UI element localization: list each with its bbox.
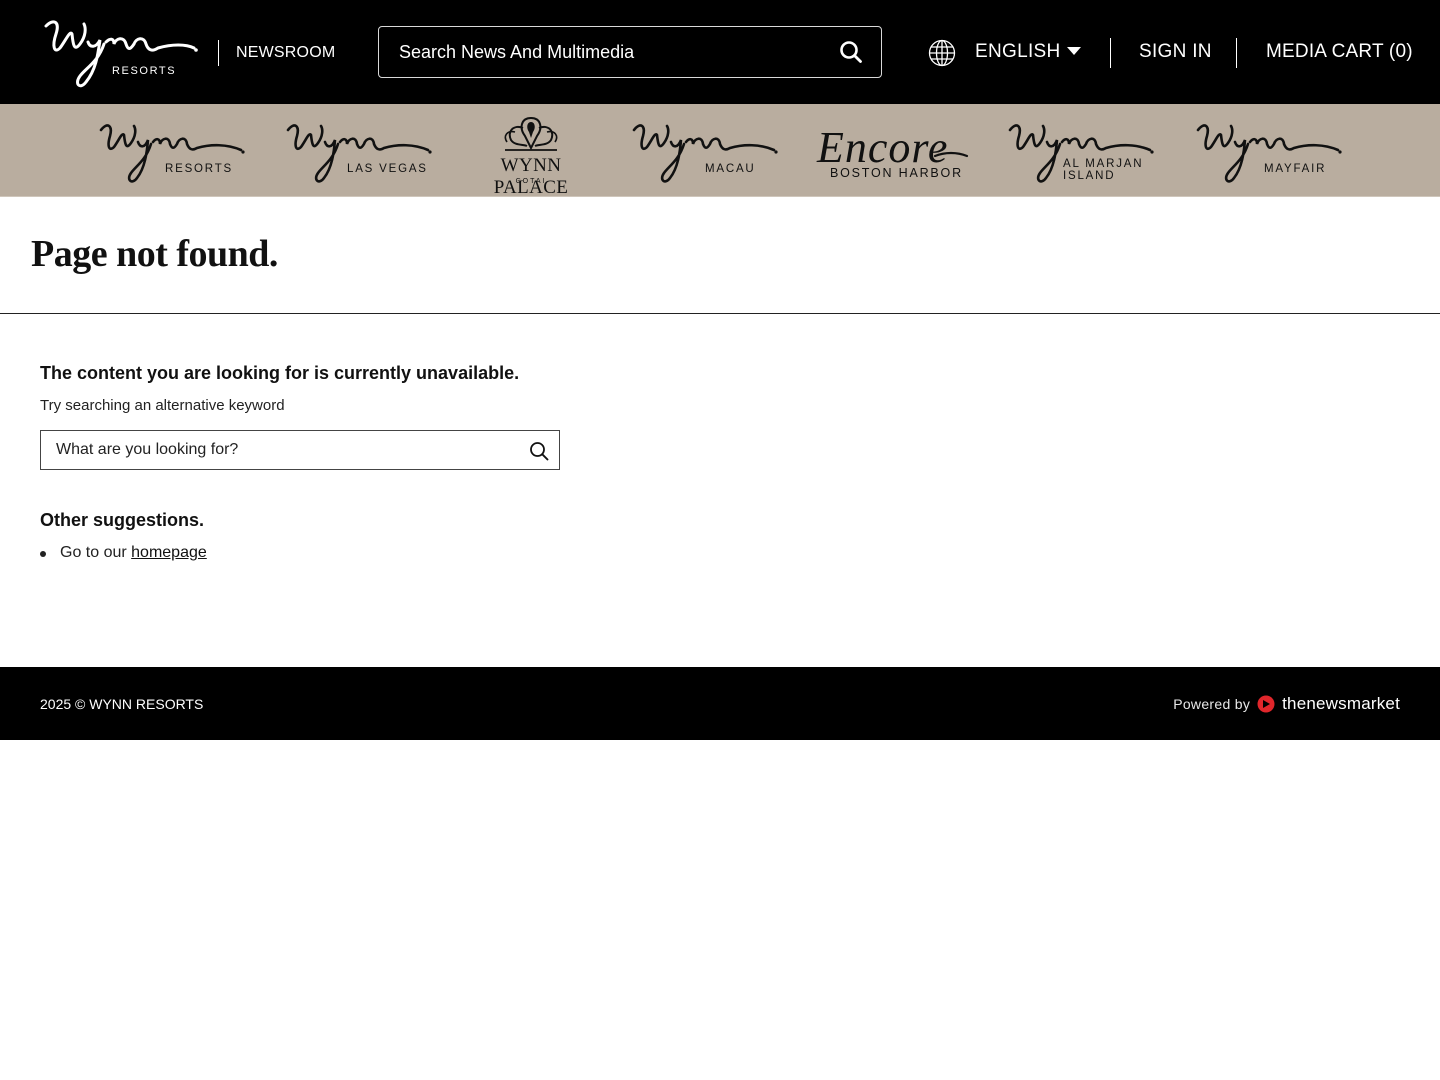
top-header: RESORTS NEWSROOM ENGLISH SIGN IN MEDIA C… bbox=[0, 0, 1440, 104]
brand-logo-wynn-al-marjan-island[interactable]: AL MARJAN ISLAND bbox=[1006, 116, 1156, 188]
brand-sub-label: COTAI bbox=[515, 178, 547, 185]
language-selector[interactable]: ENGLISH bbox=[975, 41, 1061, 63]
brand-logo-wynn-palace[interactable]: WYNN PALACE COTAI bbox=[469, 116, 593, 198]
search-icon[interactable] bbox=[839, 40, 863, 64]
unavailable-message: The content you are looking for is curre… bbox=[40, 363, 520, 383]
content-search-input[interactable] bbox=[56, 431, 516, 469]
brand-sub-label: MACAU bbox=[705, 163, 756, 175]
media-cart-link[interactable]: MEDIA CART (0) bbox=[1266, 41, 1413, 63]
copyright-text: 2025 © WYNN RESORTS bbox=[40, 696, 204, 712]
chevron-down-icon[interactable] bbox=[1067, 47, 1081, 55]
brand-logo-strip: RESORTS LAS VEGAS WYNN PALACE COTAI MACA… bbox=[0, 104, 1440, 198]
brand-wordmark: WYNN PALACE bbox=[493, 155, 569, 198]
search-hint: Try searching an alternative keyword bbox=[40, 397, 285, 414]
footer: 2025 © WYNN RESORTS Powered by thenewsma… bbox=[0, 667, 1440, 740]
list-item: Go to our homepage bbox=[60, 544, 207, 562]
brand-logo-wynn-resorts[interactable]: RESORTS bbox=[97, 116, 247, 188]
brand-sub-label: RESORTS bbox=[165, 163, 233, 175]
search-icon[interactable] bbox=[529, 441, 549, 461]
thenewsmarket-logo-icon bbox=[1257, 695, 1275, 713]
brand-logo-encore-boston-harbor[interactable]: Encore BOSTON HARBOR bbox=[817, 116, 969, 188]
brand-sub-label: LAS VEGAS bbox=[347, 163, 428, 175]
provider-name: thenewsmarket bbox=[1282, 694, 1400, 713]
suggestions-heading: Other suggestions. bbox=[40, 510, 205, 530]
powered-by[interactable]: Powered by thenewsmarket bbox=[1173, 693, 1400, 715]
bullet-icon bbox=[40, 551, 46, 557]
brand-sub-label: RESORTS bbox=[112, 65, 177, 77]
header-search-box[interactable] bbox=[378, 26, 882, 78]
header-search-input[interactable] bbox=[399, 27, 819, 77]
globe-icon[interactable] bbox=[928, 39, 956, 67]
homepage-link[interactable]: homepage bbox=[131, 544, 207, 561]
header-divider bbox=[218, 40, 219, 66]
newsroom-link[interactable]: NEWSROOM bbox=[236, 44, 335, 62]
content-search-box[interactable] bbox=[40, 430, 560, 470]
brand-sub-label: BOSTON HARBOR bbox=[830, 166, 963, 180]
powered-by-label: Powered by bbox=[1173, 696, 1251, 712]
wynn-resorts-logo[interactable]: RESORTS bbox=[40, 14, 200, 90]
brand-sub-label: MAYFAIR bbox=[1264, 163, 1327, 175]
sign-in-link[interactable]: SIGN IN bbox=[1139, 41, 1212, 63]
palace-crest-icon bbox=[504, 116, 558, 151]
brand-logo-wynn-las-vegas[interactable]: LAS VEGAS bbox=[284, 116, 434, 188]
brand-sub-label: ISLAND bbox=[1063, 170, 1116, 182]
header-divider bbox=[1110, 38, 1111, 68]
brand-logo-wynn-macau[interactable]: MACAU bbox=[630, 116, 780, 188]
section-divider bbox=[0, 313, 1440, 314]
header-divider bbox=[1236, 38, 1237, 68]
brand-logo-wynn-mayfair[interactable]: MAYFAIR bbox=[1194, 116, 1344, 188]
page-title: Page not found. bbox=[31, 233, 278, 275]
suggestion-prefix: Go to our bbox=[60, 544, 127, 561]
brand-sub-label: AL MARJAN bbox=[1063, 158, 1144, 170]
